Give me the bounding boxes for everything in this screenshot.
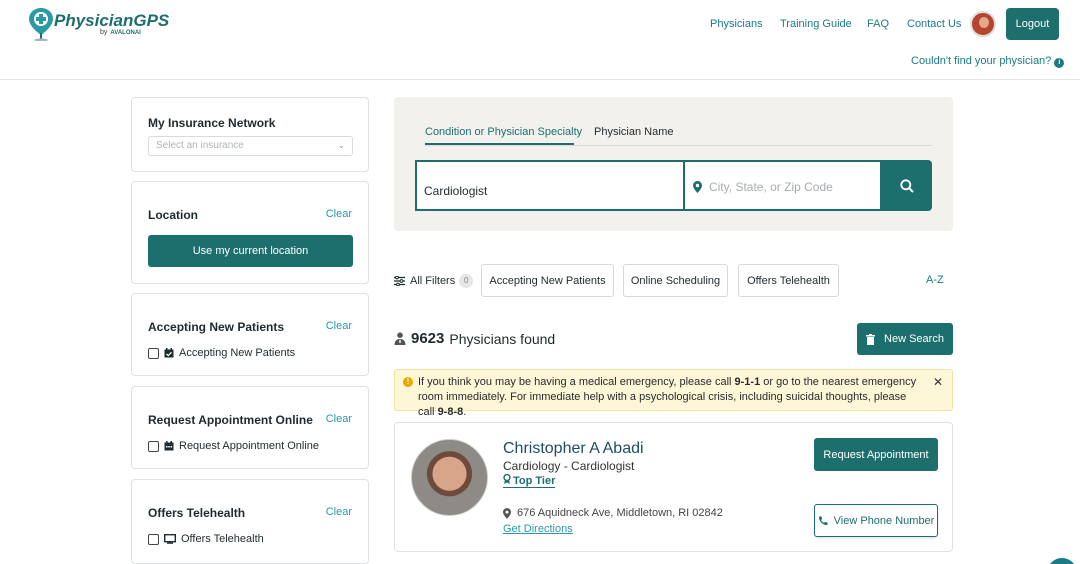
accepting-title: Accepting New Patients (148, 320, 285, 334)
alert-number-988: 9-8-8 (437, 406, 464, 418)
couldnt-find-physician-link[interactable]: Couldn't find your physician? i (911, 55, 1065, 68)
insurance-placeholder: Select an insurance (156, 140, 244, 151)
accepting-checkbox[interactable] (148, 347, 159, 359)
user-avatar[interactable] (970, 11, 996, 37)
close-icon[interactable]: ✕ (933, 375, 943, 390)
location-pin-icon (503, 507, 511, 519)
location-pin-icon (693, 181, 702, 193)
results-number: 9623 (411, 330, 445, 347)
calendar-icon (164, 441, 174, 451)
search-panel: Condition or Physician Specialty Physici… (394, 97, 953, 231)
phone-icon (818, 516, 828, 525)
telehealth-checkbox[interactable] (148, 533, 159, 545)
request-option-label: Request Appointment Online (179, 440, 320, 452)
partner-name: AVALONAI (110, 30, 141, 36)
alert-text-3: . (463, 406, 467, 418)
warning-icon: ! (403, 377, 413, 387)
physiciangps-logo[interactable]: PhysicianGPS by AVALONAI (28, 7, 170, 41)
specialty-search-input[interactable]: Cardiologist (415, 160, 685, 211)
trash-icon (866, 333, 876, 345)
get-directions-link[interactable]: Get Directions (503, 523, 573, 535)
accepting-clear-link[interactable]: Clear (326, 320, 352, 332)
results-label: Physicians found (449, 330, 556, 347)
request-title: Request Appointment Online (148, 413, 313, 427)
location-filter-card: Location Clear Use my current location (131, 181, 369, 284)
map-pin-cross-icon (29, 8, 53, 41)
accepting-option-label: Accepting New Patients (179, 347, 296, 359)
logo-text: PhysicianGPS (54, 11, 170, 30)
top-tier-label: Top Tier (513, 475, 556, 487)
view-phone-number-button[interactable]: View Phone Number (814, 504, 938, 537)
telehealth-title: Offers Telehealth (148, 506, 246, 520)
search-icon (899, 178, 914, 193)
telehealth-clear-link[interactable]: Clear (326, 506, 352, 518)
emergency-alert: ! If you think you may be having a medic… (394, 369, 953, 418)
tab-divider (425, 145, 932, 146)
physician-photo[interactable] (411, 439, 488, 516)
request-option[interactable]: Request Appointment Online (148, 440, 319, 452)
physician-specialty: Cardiology - Cardiologist (503, 459, 635, 473)
nav-faq[interactable]: FAQ (867, 18, 889, 30)
insurance-filter-card: My Insurance Network Select an insurance… (131, 97, 369, 172)
telehealth-filter-card: Offers Telehealth Clear Offers Telehealt… (131, 479, 369, 564)
all-filters-label: All Filters (410, 275, 456, 287)
all-filters-button[interactable]: All Filters 0 (394, 274, 474, 288)
request-filter-card: Request Appointment Online Clear Request… (131, 386, 369, 469)
award-ribbon-icon (503, 473, 511, 484)
sort-a-z-link[interactable]: A-Z (926, 274, 944, 286)
view-phone-label: View Phone Number (833, 514, 935, 527)
telehealth-option[interactable]: Offers Telehealth (148, 533, 264, 545)
address-text: 676 Aquidneck Ave, Middletown, RI 02842 (517, 507, 723, 519)
request-clear-link[interactable]: Clear (326, 413, 352, 425)
top-navbar: PhysicianGPS by AVALONAI Physicians Train… (0, 0, 1080, 80)
accepting-option[interactable]: Accepting New Patients (148, 347, 295, 359)
search-button[interactable] (881, 160, 932, 211)
info-icon: i (1054, 58, 1065, 68)
new-search-label: New Search (884, 333, 944, 345)
results-count: 9623 Physicians found (394, 330, 555, 347)
physician-card: Christopher A Abadi Cardiology - Cardiol… (394, 422, 953, 552)
calendar-check-icon (164, 348, 174, 358)
top-tier-badge: Top Tier (503, 473, 556, 488)
filter-count-badge: 0 (459, 274, 474, 288)
logout-button[interactable]: Logout (1006, 8, 1059, 40)
filter-pill-telehealth[interactable]: Offers Telehealth (738, 264, 839, 297)
telehealth-option-label: Offers Telehealth (181, 533, 264, 545)
alert-text-1: If you think you may be having a medical… (418, 376, 735, 388)
use-current-location-button[interactable]: Use my current location (148, 235, 353, 267)
request-appointment-button[interactable]: Request Appointment (814, 438, 938, 471)
location-placeholder: City, State, or Zip Code (709, 180, 833, 194)
chevron-down-icon: ⌄ (337, 140, 345, 150)
tab-physician-name[interactable]: Physician Name (594, 126, 673, 138)
new-search-button[interactable]: New Search (857, 323, 953, 355)
filter-pill-accepting[interactable]: Accepting New Patients (481, 264, 614, 297)
physician-address: 676 Aquidneck Ave, Middletown, RI 02842 (503, 507, 723, 519)
nav-physicians[interactable]: Physicians (710, 18, 763, 30)
filter-pill-online-scheduling[interactable]: Online Scheduling (623, 264, 728, 297)
monitor-icon (164, 534, 176, 544)
logo-by: by AVALONAI (100, 29, 141, 36)
physician-name[interactable]: Christopher A Abadi (503, 440, 644, 458)
location-search-input[interactable]: City, State, or Zip Code (685, 160, 882, 211)
alert-number-911: 9-1-1 (734, 376, 761, 388)
tab-condition-specialty[interactable]: Condition or Physician Specialty (425, 126, 582, 138)
sliders-icon (394, 276, 405, 286)
accepting-filter-card: Accepting New Patients Clear Accepting N… (131, 293, 369, 376)
insurance-title: My Insurance Network (148, 116, 276, 130)
request-checkbox[interactable] (148, 440, 159, 452)
location-title: Location (148, 208, 198, 222)
nav-training-guide[interactable]: Training Guide (780, 18, 852, 30)
active-tab-indicator (425, 143, 574, 145)
location-clear-link[interactable]: Clear (326, 208, 352, 220)
chat-widget-button[interactable] (1047, 558, 1077, 564)
nav-contact-us[interactable]: Contact Us (907, 18, 961, 30)
insurance-select[interactable]: Select an insurance ⌄ (148, 136, 353, 156)
doctor-icon (394, 332, 406, 345)
